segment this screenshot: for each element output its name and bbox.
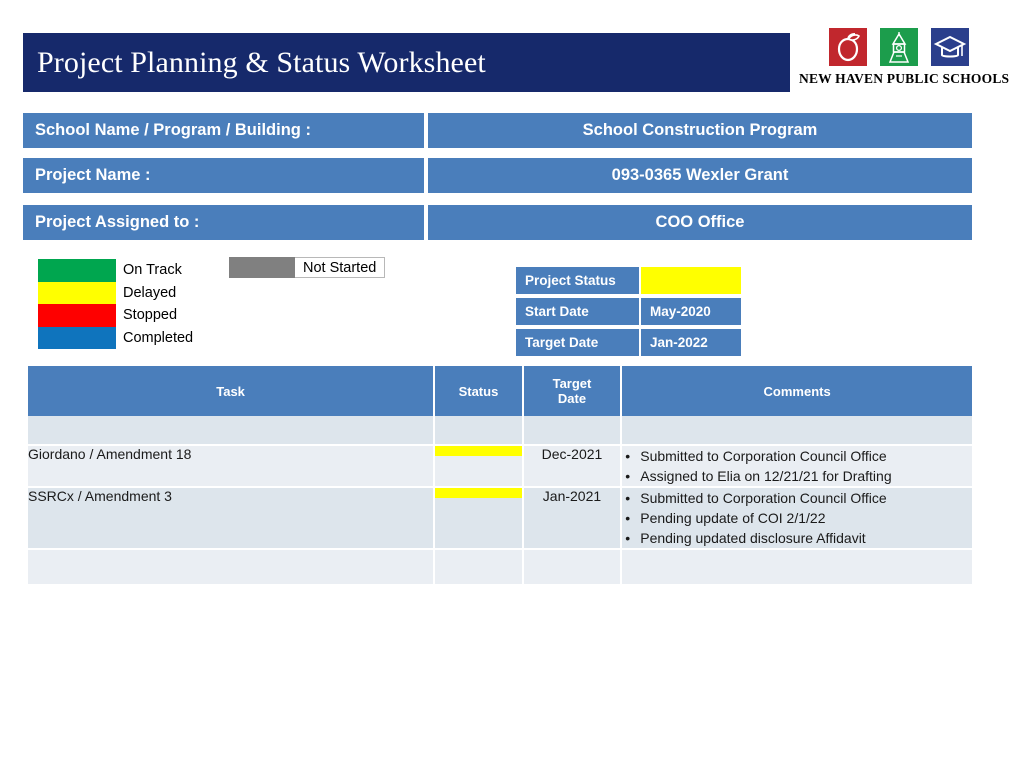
column-header-comments: Comments bbox=[622, 366, 972, 416]
info-row-school-name: School Name / Program / Building : Schoo… bbox=[23, 113, 972, 148]
table-row[interactable]: Giordano / Amendment 18 Dec-2021 Submitt… bbox=[28, 446, 972, 488]
apple-icon bbox=[829, 28, 867, 66]
legend-item-stopped: Stopped bbox=[38, 304, 238, 327]
cell-task[interactable] bbox=[28, 550, 436, 586]
legend-item-on-track: On Track bbox=[38, 259, 238, 282]
cell-target-date[interactable] bbox=[523, 416, 623, 446]
status-key: Start Date bbox=[516, 298, 639, 325]
table-row[interactable]: SSRCx / Amendment 3 Jan-2021 Submitted t… bbox=[28, 488, 972, 550]
table-row[interactable] bbox=[28, 416, 972, 446]
legend-swatch-not-started bbox=[229, 257, 295, 278]
comment-item: Assigned to Elia on 12/21/21 for Draftin… bbox=[622, 466, 972, 486]
status-row-project-status: Project Status bbox=[516, 267, 741, 294]
comments-list: Submitted to Corporation Council OfficeA… bbox=[622, 446, 972, 486]
cell-comments[interactable] bbox=[622, 550, 972, 586]
logo-marks bbox=[799, 28, 999, 68]
logo-caption: NEW HAVEN PUBLIC SCHOOLS bbox=[799, 71, 1010, 86]
status-value-target-date[interactable]: Jan-2022 bbox=[641, 329, 741, 356]
table-header-row: Task Status Target Date Comments bbox=[28, 366, 972, 416]
cell-status[interactable] bbox=[435, 488, 524, 550]
worksheet-title-bar: Project Planning & Status Worksheet bbox=[23, 33, 790, 92]
legend-label: Stopped bbox=[123, 307, 178, 323]
info-value[interactable]: School Construction Program bbox=[428, 113, 972, 148]
legend-swatch-completed bbox=[38, 326, 116, 349]
cell-target-date[interactable] bbox=[523, 550, 623, 586]
legend-label-not-started: Not Started bbox=[295, 257, 386, 278]
table-row[interactable] bbox=[28, 550, 972, 586]
steeple-icon bbox=[880, 28, 918, 66]
info-row-project-assigned-to: Project Assigned to : COO Office bbox=[23, 205, 972, 240]
column-header-status: Status bbox=[435, 366, 524, 416]
info-row-project-name: Project Name : 093-0365 Wexler Grant bbox=[23, 158, 972, 193]
cell-status[interactable] bbox=[435, 416, 524, 446]
column-header-task: Task bbox=[28, 366, 436, 416]
status-key: Project Status bbox=[516, 267, 639, 294]
status-row-target-date: Target Date Jan-2022 bbox=[516, 329, 741, 356]
cell-comments[interactable]: Submitted to Corporation Council OfficeA… bbox=[622, 446, 972, 488]
page-title: Project Planning & Status Worksheet bbox=[37, 45, 486, 79]
task-table: Task Status Target Date Comments Giordan… bbox=[28, 366, 972, 586]
cell-comments[interactable] bbox=[622, 416, 972, 446]
comments-list: Submitted to Corporation Council OfficeP… bbox=[622, 488, 972, 548]
info-label: Project Assigned to : bbox=[23, 205, 424, 240]
cell-task[interactable]: SSRCx / Amendment 3 bbox=[28, 488, 436, 550]
cell-comments[interactable]: Submitted to Corporation Council OfficeP… bbox=[622, 488, 972, 550]
info-label: Project Name : bbox=[23, 158, 424, 193]
cell-status[interactable] bbox=[435, 446, 524, 488]
comment-item: Pending update of COI 2/1/22 bbox=[622, 508, 972, 528]
legend-swatch-on-track bbox=[38, 259, 116, 282]
status-row-start-date: Start Date May-2020 bbox=[516, 298, 741, 325]
graduation-cap-icon bbox=[931, 28, 969, 66]
column-header-target-date-line2: Date bbox=[557, 391, 587, 406]
legend-label: On Track bbox=[123, 262, 182, 278]
status-key: Target Date bbox=[516, 329, 639, 356]
info-value[interactable]: 093-0365 Wexler Grant bbox=[428, 158, 972, 193]
cell-target-date[interactable]: Dec-2021 bbox=[523, 446, 623, 488]
info-value[interactable]: COO Office bbox=[428, 205, 972, 240]
status-value-project-status[interactable] bbox=[641, 267, 741, 294]
info-label: School Name / Program / Building : bbox=[23, 113, 424, 148]
legend-item-not-started: Not Started bbox=[229, 257, 386, 278]
comment-item: Pending updated disclosure Affidavit bbox=[622, 528, 972, 548]
comment-item: Submitted to Corporation Council Office bbox=[622, 446, 972, 466]
cell-status[interactable] bbox=[435, 550, 524, 586]
legend-label: Completed bbox=[123, 329, 194, 346]
legend-item-completed: Completed bbox=[38, 326, 238, 349]
column-header-target-date-line1: Target bbox=[552, 376, 592, 391]
cell-task[interactable] bbox=[28, 416, 436, 446]
legend-item-delayed: Delayed bbox=[38, 281, 238, 304]
comment-item: Submitted to Corporation Council Office bbox=[622, 488, 972, 508]
legend-label: Delayed bbox=[123, 284, 177, 301]
district-logo: NEW HAVEN PUBLIC SCHOOLS bbox=[799, 28, 1010, 92]
project-status-summary: Project Status Start Date May-2020 Targe… bbox=[516, 267, 741, 360]
status-value-start-date[interactable]: May-2020 bbox=[641, 298, 741, 325]
legend-swatch-delayed bbox=[38, 281, 116, 304]
legend-swatch-stopped bbox=[38, 304, 116, 327]
cell-task[interactable]: Giordano / Amendment 18 bbox=[28, 446, 436, 488]
column-header-target-date: Target Date bbox=[523, 366, 623, 416]
cell-target-date[interactable]: Jan-2021 bbox=[523, 488, 623, 550]
status-legend: On Track Delayed Stopped Completed bbox=[38, 259, 238, 349]
